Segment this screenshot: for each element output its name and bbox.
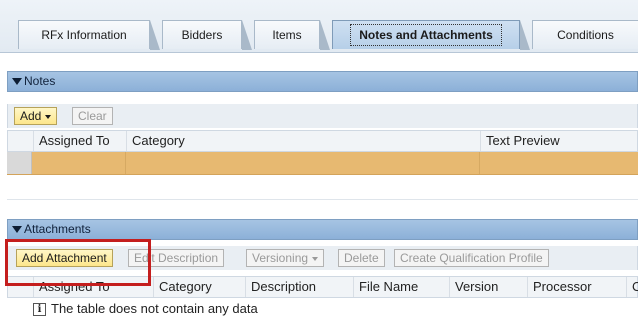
cell-divider	[479, 152, 480, 174]
tab-strip: RFx Information Bidders Items Notes and …	[0, 0, 638, 53]
notes-table-empty-row	[7, 175, 638, 200]
row-selector[interactable]	[7, 152, 32, 174]
collapse-triangle-icon[interactable]	[12, 78, 22, 86]
attachments-col-category[interactable]: Category	[153, 277, 212, 297]
notes-add-label: Add	[20, 109, 42, 123]
tab-rfx-information[interactable]: RFx Information	[18, 20, 160, 50]
tab-label: RFx Information	[41, 28, 127, 42]
attachments-col-description[interactable]: Description	[245, 277, 316, 297]
tab-items[interactable]: Items	[254, 20, 330, 50]
attachments-empty-message: i The table does not contain any data	[33, 299, 258, 319]
notes-toolbar: Add Clear	[7, 104, 638, 128]
tab-label: Notes and Attachments	[350, 24, 502, 46]
notes-table-row-selected[interactable]	[7, 152, 638, 175]
delete-label: Delete	[344, 251, 379, 265]
annotation-highlight-box	[5, 239, 151, 286]
notes-col-text-preview[interactable]: Text Preview	[480, 131, 560, 151]
dropdown-arrow-icon	[45, 114, 52, 119]
tab-label: Bidders	[181, 28, 223, 42]
tab-label: Items	[272, 28, 302, 42]
notes-clear-label: Clear	[78, 109, 107, 123]
attachments-col-file-name[interactable]: File Name	[353, 277, 418, 297]
attachments-col-version[interactable]: Version	[449, 277, 498, 297]
create-qualification-profile-button[interactable]: Create Qualification Profile	[394, 249, 549, 267]
notes-clear-button[interactable]: Clear	[72, 107, 113, 125]
attachments-header-label: Attachments	[24, 222, 91, 236]
notes-col-category[interactable]: Category	[126, 131, 185, 151]
attachments-section-header[interactable]: Attachments	[7, 219, 638, 240]
notes-col-assigned-to[interactable]: Assigned To	[33, 131, 110, 151]
delete-button[interactable]: Delete	[338, 249, 385, 267]
notes-table-header: Assigned To Category Text Preview	[7, 130, 638, 152]
attachments-col-processor[interactable]: Processor	[527, 277, 592, 297]
versioning-label: Versioning	[252, 251, 309, 265]
notes-section-header[interactable]: Notes	[7, 71, 638, 92]
versioning-button[interactable]: Versioning	[246, 249, 325, 267]
collapse-triangle-icon[interactable]	[12, 226, 22, 234]
dropdown-arrow-icon	[312, 256, 319, 261]
notes-add-button[interactable]: Add	[14, 107, 58, 125]
tab-conditions[interactable]: Conditions	[532, 20, 638, 49]
tab-bidders[interactable]: Bidders	[162, 20, 252, 50]
empty-message-text: The table does not contain any data	[51, 301, 258, 316]
create-qualification-profile-label: Create Qualification Profile	[400, 251, 543, 265]
notes-header-label: Notes	[24, 74, 56, 88]
attachments-col-c[interactable]: C	[626, 277, 638, 297]
cell-divider	[125, 152, 126, 174]
info-icon: i	[33, 303, 46, 317]
tab-label: Conditions	[557, 28, 614, 42]
tab-notes-and-attachments[interactable]: Notes and Attachments	[332, 20, 530, 50]
